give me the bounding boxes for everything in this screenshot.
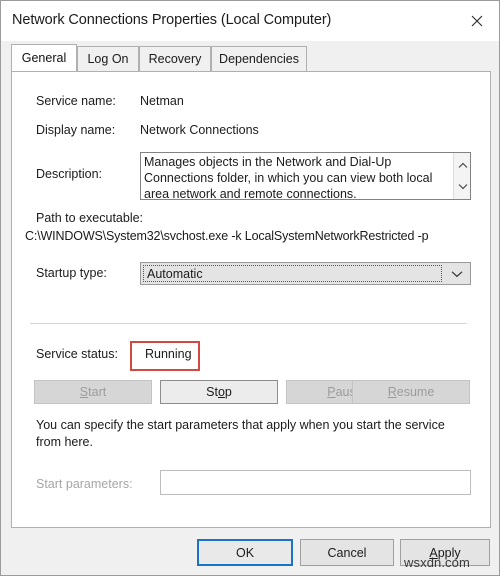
- tab-general-label: General: [21, 51, 67, 65]
- ok-button[interactable]: OK: [197, 539, 293, 566]
- cancel-button-label: Cancel: [327, 545, 367, 560]
- scroll-up-button[interactable]: [454, 157, 470, 174]
- ok-button-label: OK: [235, 545, 255, 560]
- cancel-button[interactable]: Cancel: [300, 539, 394, 566]
- general-tab-panel: Service name: Netman Display name: Netwo…: [11, 71, 491, 528]
- start-parameters-input[interactable]: [160, 470, 471, 495]
- description-scrollbar[interactable]: [453, 153, 470, 199]
- service-name-value: Netman: [140, 94, 184, 108]
- title-bar: Network Connections Properties (Local Co…: [1, 1, 499, 41]
- startup-type-arrow[interactable]: [444, 263, 470, 284]
- display-name-value: Network Connections: [140, 123, 259, 137]
- path-to-executable-label: Path to executable:: [36, 211, 144, 225]
- stop-button-label: Stop: [206, 385, 232, 399]
- description-text: Manages objects in the Network and Dial-…: [144, 155, 433, 200]
- resume-button-label: Resume: [387, 385, 435, 399]
- chevron-up-icon: [458, 162, 467, 168]
- chevron-down-icon: [458, 184, 467, 190]
- description-label: Description:: [36, 167, 102, 181]
- tab-general[interactable]: General: [11, 44, 77, 71]
- start-button[interactable]: Start: [34, 380, 152, 404]
- tab-recovery[interactable]: Recovery: [139, 46, 211, 71]
- status-annotation-box: [130, 341, 200, 371]
- tab-log-on[interactable]: Log On: [77, 46, 139, 71]
- scroll-down-button[interactable]: [454, 178, 470, 195]
- start-parameters-label: Start parameters:: [36, 477, 133, 491]
- startup-type-label: Startup type:: [36, 266, 107, 280]
- tab-dependencies[interactable]: Dependencies: [211, 46, 307, 71]
- startup-type-value: Automatic: [143, 265, 442, 282]
- service-status-label: Service status:: [36, 347, 118, 361]
- path-to-executable-value: C:\WINDOWS\System32\svchost.exe -k Local…: [25, 229, 429, 243]
- close-icon: [471, 15, 483, 26]
- service-name-label: Service name:: [36, 94, 116, 108]
- start-parameters-hint: You can specify the start parameters tha…: [36, 418, 445, 449]
- tab-recovery-label: Recovery: [148, 52, 202, 66]
- watermark: wsxdn.com: [404, 555, 470, 570]
- tab-log-on-label: Log On: [87, 52, 129, 66]
- window-title: Network Connections Properties (Local Co…: [12, 12, 332, 28]
- section-divider: [30, 323, 467, 324]
- tab-strip: General Log On Recovery Dependencies: [11, 44, 491, 72]
- stop-button[interactable]: Stop: [160, 380, 278, 404]
- service-properties-window: Network Connections Properties (Local Co…: [0, 0, 500, 576]
- tab-dependencies-label: Dependencies: [219, 52, 299, 66]
- description-textbox[interactable]: Manages objects in the Network and Dial-…: [140, 152, 471, 200]
- resume-button[interactable]: Resume: [352, 380, 470, 404]
- chevron-down-icon: [451, 270, 463, 277]
- startup-type-dropdown[interactable]: Automatic: [140, 262, 471, 285]
- close-button[interactable]: [455, 1, 499, 40]
- start-button-label: Start: [79, 385, 107, 399]
- display-name-label: Display name:: [36, 123, 116, 137]
